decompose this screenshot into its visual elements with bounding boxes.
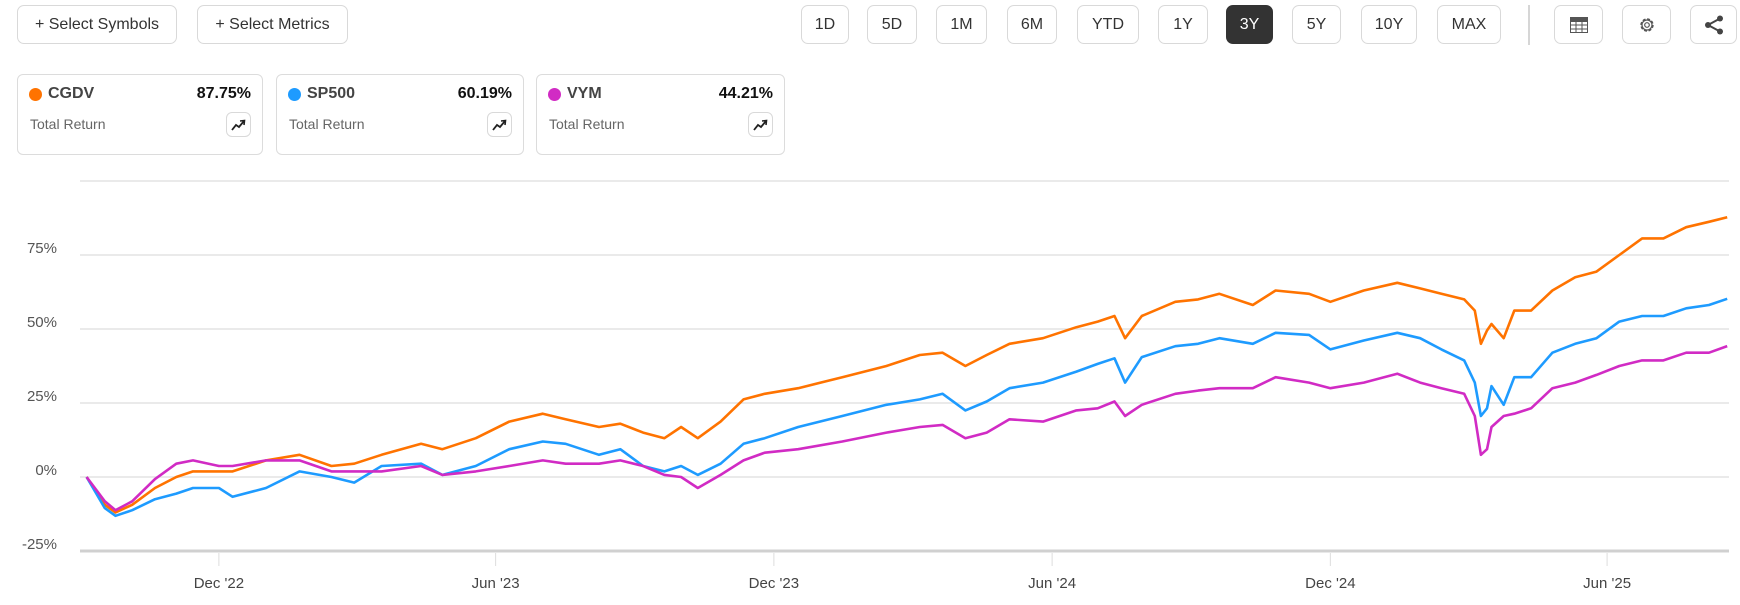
- symbol-name: CGDV: [48, 85, 95, 102]
- y-tick-label: 25%: [27, 388, 57, 405]
- y-tick-label: -25%: [22, 536, 57, 553]
- trend-chart-button[interactable]: [487, 112, 512, 137]
- share-button[interactable]: [1690, 5, 1737, 44]
- symbol-name: SP500: [307, 85, 356, 102]
- share-icon: [1704, 15, 1723, 34]
- metric-label: Total Return: [289, 116, 365, 132]
- x-tick-label: Dec '23: [749, 575, 799, 592]
- select-metrics-button[interactable]: + Select Metrics: [197, 5, 348, 44]
- return-value: 44.21%: [718, 85, 773, 102]
- toolbar-divider: [1528, 5, 1530, 45]
- series-line-sp500: [85, 297, 1728, 518]
- y-tick-label: 50%: [27, 314, 57, 331]
- x-tick-label: Dec '24: [1305, 575, 1355, 592]
- series-line-vym: [85, 344, 1728, 512]
- table-icon: [1569, 16, 1588, 33]
- range-max-button[interactable]: MAX: [1437, 5, 1501, 44]
- settings-button[interactable]: [1622, 5, 1671, 44]
- x-tick-label: Jun '23: [472, 575, 520, 592]
- range-1y-button[interactable]: 1Y: [1158, 5, 1208, 44]
- range-5y-button[interactable]: 5Y: [1292, 5, 1341, 44]
- x-tick-label: Jun '25: [1583, 575, 1631, 592]
- range-6m-button[interactable]: 6M: [1007, 5, 1057, 44]
- metric-label: Total Return: [549, 116, 625, 132]
- series-color-dot: [29, 88, 42, 101]
- y-tick-label: 0%: [35, 462, 57, 479]
- range-5d-button[interactable]: 5D: [867, 5, 917, 44]
- trending-up-icon: [492, 119, 507, 131]
- legend-card-cgdv[interactable]: CGDV 87.75% Total Return: [17, 74, 263, 155]
- range-ytd-button[interactable]: YTD: [1077, 5, 1139, 44]
- select-symbols-button[interactable]: + Select Symbols: [17, 5, 177, 44]
- trend-chart-button[interactable]: [226, 112, 251, 137]
- range-10y-button[interactable]: 10Y: [1361, 5, 1417, 44]
- trending-up-icon: [753, 119, 768, 131]
- table-view-button[interactable]: [1554, 5, 1603, 44]
- range-3y-button[interactable]: 3Y: [1226, 5, 1273, 44]
- range-1d-button[interactable]: 1D: [801, 5, 849, 44]
- return-value: 60.19%: [457, 85, 512, 102]
- gear-icon: [1639, 17, 1654, 32]
- metric-label: Total Return: [30, 116, 106, 132]
- trend-chart-button[interactable]: [748, 112, 773, 137]
- legend-card-vym[interactable]: VYM 44.21% Total Return: [536, 74, 785, 155]
- return-value: 87.75%: [196, 85, 251, 102]
- x-tick-label: Jun '24: [1028, 575, 1076, 592]
- series-line-cgdv: [85, 216, 1728, 514]
- range-1m-button[interactable]: 1M: [936, 5, 987, 44]
- x-tick-label: Dec '22: [194, 575, 244, 592]
- symbol-name: VYM: [567, 85, 602, 102]
- series-color-dot: [288, 88, 301, 101]
- y-tick-label: 75%: [27, 240, 57, 257]
- trending-up-icon: [231, 119, 246, 131]
- legend-card-sp500[interactable]: SP500 60.19% Total Return: [276, 74, 524, 155]
- series-color-dot: [548, 88, 561, 101]
